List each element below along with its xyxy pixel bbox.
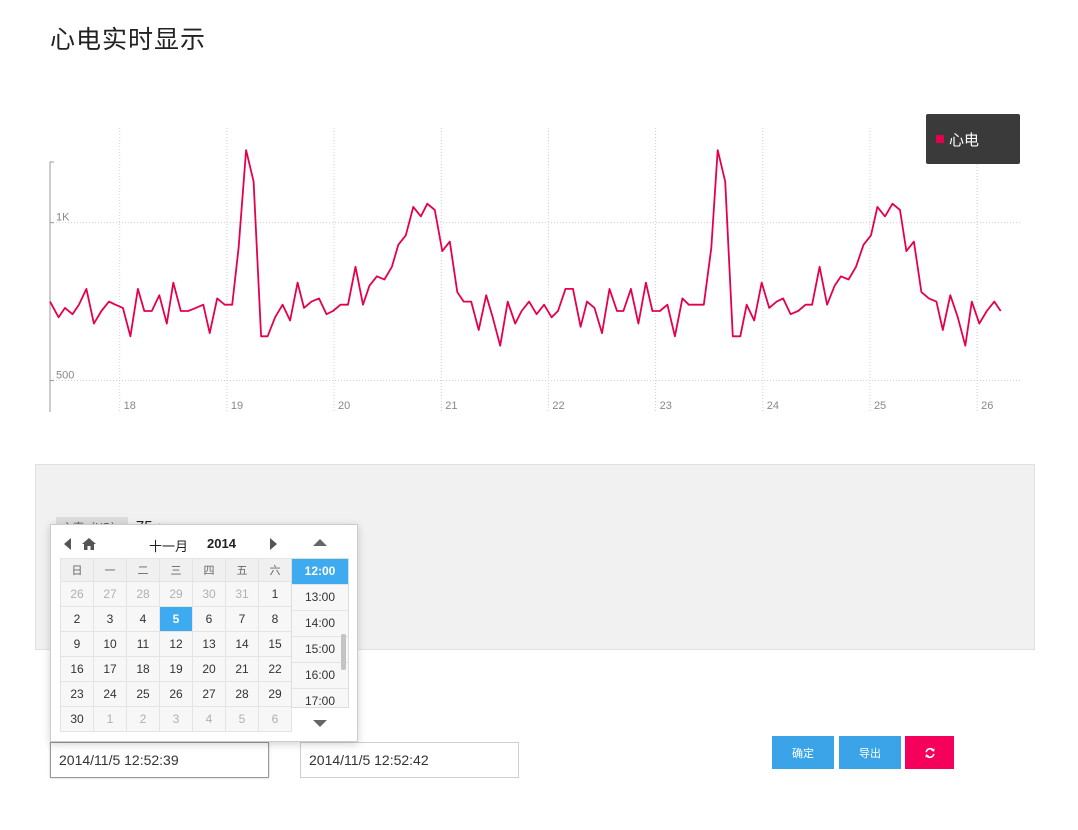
chevron-right-icon: [269, 538, 277, 550]
calendar-day[interactable]: 2: [126, 706, 160, 732]
calendar-day[interactable]: 1: [93, 706, 127, 732]
calendar-day[interactable]: 27: [93, 581, 127, 607]
end-datetime-input[interactable]: [300, 742, 519, 778]
calendar-day[interactable]: 27: [192, 681, 226, 707]
x-tick-label: 19: [231, 400, 243, 412]
x-tick-label: 18: [124, 400, 136, 412]
calendar-day[interactable]: 26: [159, 681, 193, 707]
calendar-day[interactable]: 6: [192, 606, 226, 632]
legend-swatch: [936, 135, 944, 143]
calendar-day[interactable]: 2: [60, 606, 94, 632]
calendar-day[interactable]: 23: [60, 681, 94, 707]
next-month-button[interactable]: [265, 536, 281, 552]
weekday-header: 五: [225, 558, 259, 582]
time-scrollbar[interactable]: [341, 634, 346, 670]
calendar-day[interactable]: 24: [93, 681, 127, 707]
calendar-day[interactable]: 5: [159, 606, 193, 632]
weekday-header: 三: [159, 558, 193, 582]
datetime-picker: 十一月 2014 日一二三四五六 26 27 28 29 30 31 1 2 3 4 5 6 7 8 9 10…: [50, 524, 358, 742]
calendar-day[interactable]: 26: [60, 581, 94, 607]
calendar-day[interactable]: 29: [258, 681, 292, 707]
month-label[interactable]: 十一月: [149, 536, 188, 555]
calendar-day[interactable]: 20: [192, 656, 226, 682]
calendar-day[interactable]: 4: [192, 706, 226, 732]
today-button[interactable]: [81, 536, 97, 552]
calendar-day[interactable]: 15: [258, 631, 292, 657]
time-option[interactable]: 12:00: [292, 559, 348, 585]
calendar-day[interactable]: 4: [126, 606, 160, 632]
export-button[interactable]: 导出: [839, 736, 901, 769]
x-tick-label: 20: [338, 400, 350, 412]
time-scroll-down-button[interactable]: [313, 720, 327, 727]
calendar-day[interactable]: 17: [93, 656, 127, 682]
ecg-series-line: [49, 149, 1002, 347]
calendar-day[interactable]: 5: [225, 706, 259, 732]
calendar-day[interactable]: 28: [225, 681, 259, 707]
calendar-day[interactable]: 7: [225, 606, 259, 632]
calendar-day[interactable]: 14: [225, 631, 259, 657]
time-option[interactable]: 16:00: [292, 663, 348, 689]
calendar-day[interactable]: 11: [126, 631, 160, 657]
calendar-day[interactable]: 21: [225, 656, 259, 682]
refresh-button[interactable]: [905, 736, 954, 769]
calendar-day[interactable]: 28: [126, 581, 160, 607]
time-option[interactable]: 17:00: [292, 689, 348, 707]
page-title: 心电实时显示: [50, 25, 207, 54]
calendar-day[interactable]: 10: [93, 631, 127, 657]
time-list: 12:00 13:00 14:00 15:00 16:00 17:00: [291, 558, 349, 708]
chart-legend[interactable]: 心电: [926, 114, 1020, 164]
calendar-day[interactable]: 3: [93, 606, 127, 632]
time-option[interactable]: 13:00: [292, 585, 348, 611]
time-option[interactable]: 14:00: [292, 611, 348, 637]
x-tick-label: 21: [445, 400, 457, 412]
x-tick-label: 24: [767, 400, 779, 412]
calendar-nav: 十一月 2014: [59, 533, 283, 555]
weekday-header: 六: [258, 558, 292, 582]
y-tick-label: 1K: [56, 212, 70, 224]
x-tick-label: 23: [660, 400, 672, 412]
calendar-day[interactable]: 8: [258, 606, 292, 632]
x-tick-label: 22: [552, 400, 564, 412]
weekday-header: 二: [126, 558, 160, 582]
calendar-day[interactable]: 13: [192, 631, 226, 657]
calendar-day[interactable]: 19: [159, 656, 193, 682]
calendar-day[interactable]: 3: [159, 706, 193, 732]
calendar-day[interactable]: 18: [126, 656, 160, 682]
weekday-header: 四: [192, 558, 226, 582]
calendar-day[interactable]: 25: [126, 681, 160, 707]
calendar-grid: 日一二三四五六 26 27 28 29 30 31 1 2 3 4 5 6 7 8 9 10 11 12 13 14 1…: [60, 558, 292, 732]
x-tick-label: 25: [874, 400, 886, 412]
calendar-day[interactable]: 1: [258, 581, 292, 607]
calendar-day[interactable]: 12: [159, 631, 193, 657]
year-label[interactable]: 2014: [207, 536, 236, 551]
ecg-chart: 500 1K 18 19 20 21 22 23 24 25 26: [49, 128, 1020, 412]
calendar-day[interactable]: 9: [60, 631, 94, 657]
confirm-button[interactable]: 确定: [772, 736, 834, 769]
weekday-header: 日: [60, 558, 94, 582]
calendar-day[interactable]: 31: [225, 581, 259, 607]
prev-month-button[interactable]: [59, 536, 75, 552]
time-scroll-up-button[interactable]: [313, 539, 327, 546]
calendar-day[interactable]: 30: [192, 581, 226, 607]
legend-label: 心电: [949, 130, 980, 149]
chevron-left-icon: [63, 538, 71, 550]
calendar-day[interactable]: 29: [159, 581, 193, 607]
calendar-day[interactable]: 30: [60, 706, 94, 732]
x-tick-label: 26: [981, 400, 993, 412]
calendar-day[interactable]: 22: [258, 656, 292, 682]
home-icon: [82, 538, 96, 550]
start-datetime-input[interactable]: [50, 742, 269, 778]
weekday-header: 一: [93, 558, 127, 582]
calendar-day[interactable]: 6: [258, 706, 292, 732]
calendar-day[interactable]: 16: [60, 656, 94, 682]
y-tick-label: 500: [56, 369, 74, 381]
time-option[interactable]: 15:00: [292, 637, 348, 663]
refresh-icon: [924, 747, 935, 758]
